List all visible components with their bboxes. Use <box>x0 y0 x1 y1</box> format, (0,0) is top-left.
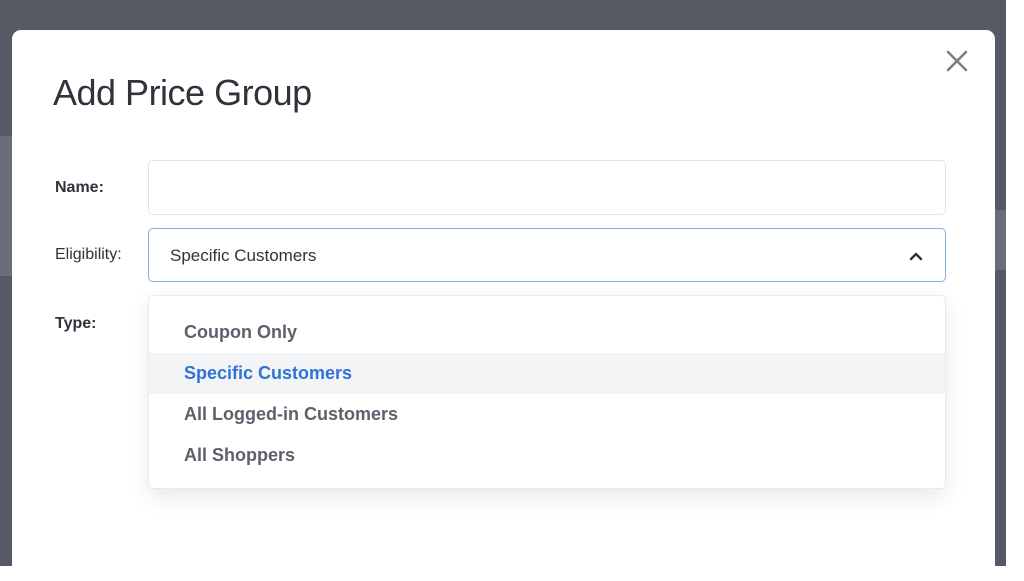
eligibility-dropdown-menu: Coupon Only Specific Customers All Logge… <box>148 295 946 489</box>
close-icon <box>946 50 968 72</box>
eligibility-label: Eligibility: <box>55 246 122 263</box>
eligibility-selected-value: Specific Customers <box>170 246 317 265</box>
chevron-up-icon <box>908 248 924 264</box>
dialog-title: Add Price Group <box>53 72 312 113</box>
type-label: Type: <box>55 315 97 332</box>
name-label: Name: <box>55 179 104 196</box>
name-input[interactable] <box>148 160 946 215</box>
option-specific-customers[interactable]: Specific Customers <box>149 353 945 394</box>
option-coupon-only[interactable]: Coupon Only <box>149 312 945 353</box>
eligibility-select[interactable]: Specific Customers <box>148 228 946 282</box>
option-all-shoppers[interactable]: All Shoppers <box>149 435 945 476</box>
background-panel-edge <box>0 136 12 276</box>
background-panel-edge <box>994 210 1006 270</box>
page-edge <box>1006 0 1024 581</box>
option-all-logged-in-customers[interactable]: All Logged-in Customers <box>149 394 945 435</box>
close-button[interactable] <box>941 45 973 77</box>
